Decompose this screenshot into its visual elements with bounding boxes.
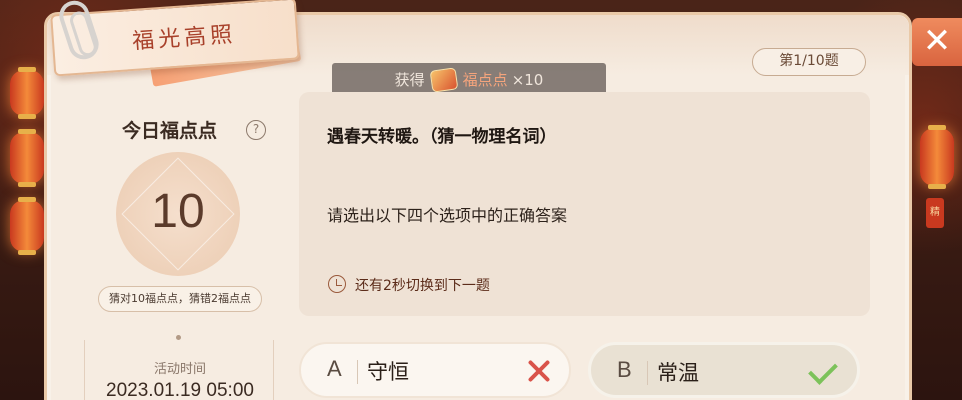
option-b-button[interactable]: B 常温 [588,342,860,398]
lantern-decoration [10,129,44,187]
option-a-button[interactable]: A 守恒 [299,342,571,398]
option-text: 守恒 [367,360,409,384]
points-rule: 猜对10福点点，猜错2福点点 [98,286,262,312]
countdown-text: 还有2秒切换到下一题 [355,278,490,294]
check-icon [809,355,839,385]
activity-time-value: 2023.01.19 05:00 [106,380,254,400]
close-button[interactable]: ✕ [912,18,962,66]
question-card: 遇春天转暖。（猜一物理名词） 请选出以下四个选项中的正确答案 还有2秒切换到下一… [299,92,870,316]
option-divider [647,361,648,385]
dot-divider [176,335,181,340]
timer-icon [328,275,346,293]
option-divider [357,360,358,384]
option-letter: A [327,356,342,381]
option-letter: B [617,357,632,382]
lantern-decoration [10,197,44,255]
question-text: 遇春天转暖。（猜一物理名词） [327,127,557,147]
points-title: 今日福点点 [122,120,218,142]
lantern-decoration [10,67,44,119]
points-panel: 今日福点点 ? 10 猜对10福点点，猜错2福点点 活动时间 2023.01.1… [86,90,274,400]
fu-coin-icon [429,67,459,93]
question-counter: 第1/10题 [752,48,866,76]
activity-time-label: 活动时间 [153,362,206,377]
side-tab[interactable]: 精 [926,198,944,228]
lantern-decoration [920,125,954,189]
points-circle: 10 [116,152,240,276]
option-text: 常温 [657,361,699,385]
points-value: 10 [151,185,205,238]
close-x-icon [525,357,553,385]
help-icon[interactable]: ? [246,120,266,140]
question-prompt: 请选出以下四个选项中的正确答案 [327,206,568,225]
